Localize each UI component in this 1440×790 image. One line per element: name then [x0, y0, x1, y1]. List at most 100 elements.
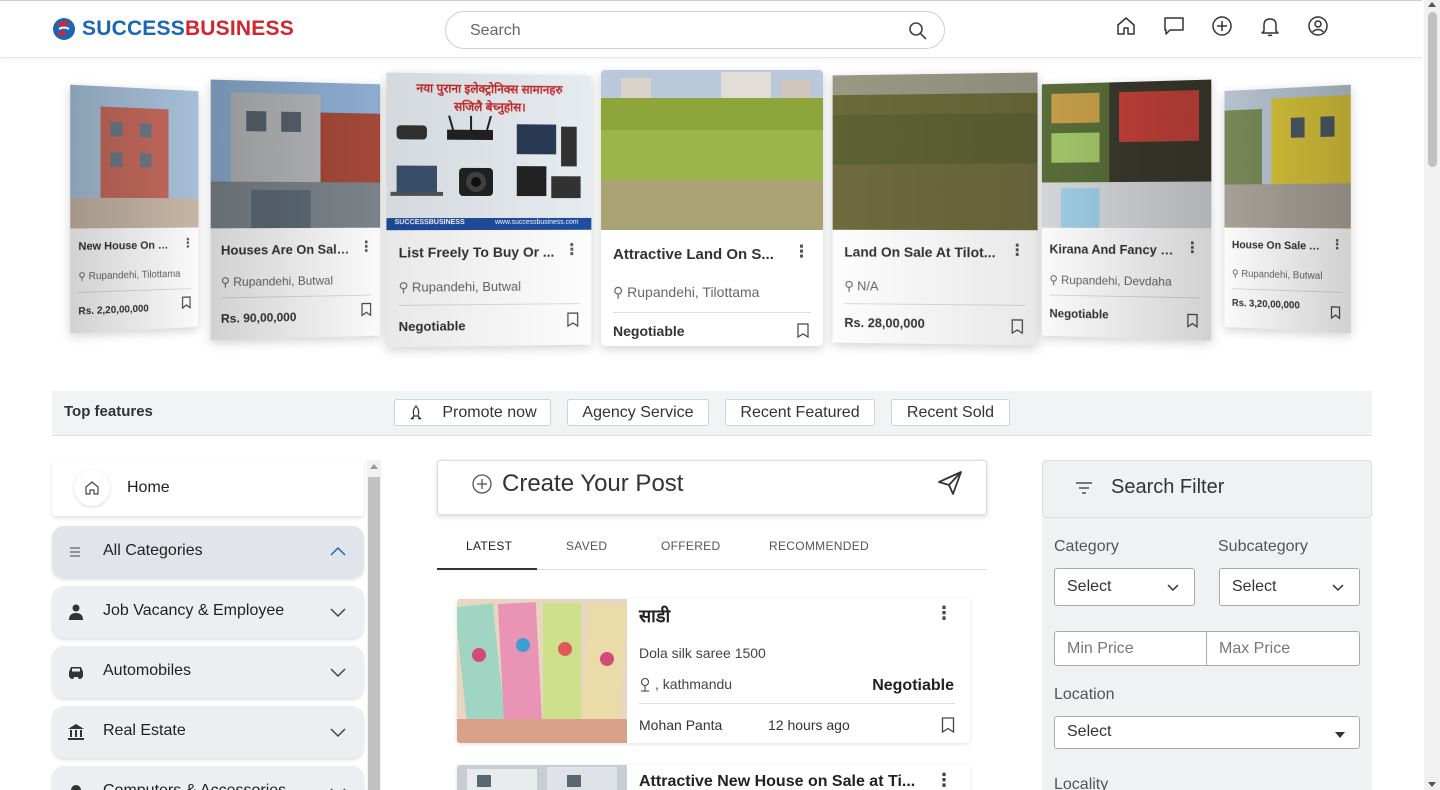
message-icon[interactable]	[1163, 15, 1185, 37]
search-icon[interactable]	[908, 21, 928, 41]
bookmark-icon[interactable]	[182, 296, 191, 309]
card-divider	[613, 312, 811, 313]
scroll-down-arrow-icon[interactable]	[1428, 782, 1436, 787]
home-icon-circle	[74, 470, 110, 506]
sidebar-item-real-estate[interactable]: Real Estate	[52, 706, 364, 758]
card-image	[832, 72, 1038, 231]
chevron-down-icon[interactable]	[329, 663, 347, 681]
carousel-card[interactable]: Attractive Land On S... ⋮ ⚲ Rupandehi, T…	[601, 70, 823, 346]
more-options-icon[interactable]: ⋮	[793, 242, 810, 262]
chevron-down-icon[interactable]	[329, 723, 347, 741]
add-circle-icon[interactable]	[1211, 15, 1233, 37]
bookmark-icon[interactable]	[567, 312, 579, 327]
min-price-input[interactable]: Min Price	[1054, 631, 1207, 666]
more-options-icon[interactable]: ⋮	[182, 235, 194, 251]
post-description: Dola silk saree 1500	[639, 645, 766, 661]
create-post-box[interactable]: Create Your Post	[437, 460, 987, 515]
tab-saved[interactable]: SAVED	[566, 539, 607, 553]
location-select[interactable]: Select	[1054, 716, 1360, 749]
card-divider	[1231, 288, 1343, 293]
max-price-input[interactable]: Max Price	[1206, 631, 1360, 666]
card-location: ⚲ N/A	[844, 278, 879, 294]
bookmark-icon[interactable]	[1011, 319, 1023, 334]
category-select[interactable]: Select	[1054, 568, 1195, 606]
post-title: साडी	[639, 606, 671, 626]
bookmark-icon[interactable]	[797, 323, 809, 338]
sidebar-item-all-categories[interactable]: All Categories	[52, 526, 364, 578]
sidebar-item-job-vacancy[interactable]: Job Vacancy & Employee	[52, 586, 364, 638]
electronics-illustration	[390, 115, 581, 199]
bookmark-icon[interactable]	[361, 302, 372, 316]
bookmark-icon[interactable]	[1187, 313, 1198, 327]
subcategory-select-value: Select	[1232, 578, 1277, 595]
sidebar-scroll-thumb[interactable]	[368, 477, 380, 790]
card-divider	[220, 294, 371, 299]
card-image	[1224, 84, 1351, 229]
recent-sold-button[interactable]: Recent Sold	[891, 399, 1010, 426]
promote-now-button[interactable]: Promote now	[394, 399, 551, 426]
card-image	[601, 70, 823, 230]
bell-icon[interactable]	[1259, 15, 1281, 37]
page-scroll-thumb[interactable]	[1428, 12, 1437, 167]
active-tab-indicator	[437, 568, 537, 570]
search-filter-panel: Category Subcategory Select Select Min P…	[1042, 518, 1372, 790]
tab-recommended[interactable]: RECOMMENDED	[769, 539, 869, 553]
more-options-icon[interactable]: ⋮	[1009, 240, 1025, 260]
carousel-card[interactable]: नया पुराना इलेक्ट्रोनिक्स सामानहरु सजिलै…	[386, 72, 592, 348]
card-price: Rs. 90,00,000	[220, 310, 297, 326]
recent-featured-button[interactable]: Recent Featured	[725, 399, 875, 426]
more-options-icon[interactable]: ⋮	[935, 603, 953, 624]
carousel-card[interactable]: Kirana And Fancy Sh... ⋮ ⚲ Rupandehi, De…	[1041, 79, 1212, 341]
bookmark-icon[interactable]	[941, 717, 955, 733]
agency-service-button[interactable]: Agency Service	[567, 399, 709, 426]
search-filter-title: Search Filter	[1111, 476, 1225, 498]
tab-offered[interactable]: OFFERED	[661, 539, 720, 553]
sidebar-item-automobiles[interactable]: Automobiles	[52, 646, 364, 698]
post-location: , kathmandu	[639, 676, 732, 692]
carousel-card[interactable]: Houses Are On Sale ... ⋮ ⚲ Rupandehi, Bu…	[210, 79, 381, 341]
sidebar-item-label: Computers & Accessories	[103, 782, 286, 790]
subcategory-select[interactable]: Select	[1219, 568, 1360, 606]
send-icon[interactable]	[936, 469, 964, 497]
user-icon[interactable]	[1307, 15, 1329, 37]
banner-text-line1: नया पुराना इलेक्ट्रोनिक्स सामानहरु	[416, 81, 563, 97]
post-card[interactable]: साडी ⋮ Dola silk saree 1500 , kathmandu …	[457, 599, 970, 743]
card-title: Kirana And Fancy Sh...	[1049, 241, 1177, 258]
post-title: Attractive New House on Sale at Ti...	[639, 773, 916, 790]
locality-label: Locality	[1054, 776, 1109, 790]
card-title: House On Sale At But...	[1231, 239, 1321, 253]
banner-footer: SUCCESSBUSINESS www.successbusiness.com	[386, 217, 592, 231]
more-options-icon[interactable]: ⋮	[359, 238, 373, 256]
more-options-icon[interactable]: ⋮	[935, 770, 953, 790]
chevron-down-icon[interactable]	[329, 603, 347, 621]
home-icon[interactable]	[1115, 15, 1137, 37]
carousel-card[interactable]: New House On Sale ... ⋮ ⚲ Rupandehi, Til…	[70, 84, 199, 334]
card-price: Negotiable	[613, 323, 685, 339]
post-image	[457, 765, 627, 790]
post-card[interactable]: Attractive New House on Sale at Ti... ⋮	[457, 765, 970, 790]
post-author[interactable]: Mohan Panta	[639, 717, 722, 733]
page-scrollbar[interactable]	[1424, 0, 1440, 790]
carousel-card[interactable]: House On Sale At But... ⋮ ⚲ Rupandehi, B…	[1224, 84, 1351, 334]
chevron-up-icon[interactable]	[329, 543, 347, 561]
scroll-up-arrow-icon[interactable]	[1428, 2, 1436, 7]
banner-url: www.successbusiness.com	[494, 218, 579, 226]
bookmark-icon[interactable]	[1330, 306, 1340, 320]
search-input[interactable]	[470, 20, 890, 42]
sidebar-item-computers[interactable]: Computers & Accessories	[52, 766, 364, 790]
top-features-bar: Top features Promote now Agency Service …	[52, 391, 1372, 436]
sidebar-item-label: Job Vacancy & Employee	[103, 602, 285, 619]
more-options-icon[interactable]: ⋮	[564, 240, 580, 260]
scroll-up-arrow-icon[interactable]	[370, 464, 378, 469]
sidebar-item-home[interactable]: Home	[52, 460, 364, 516]
sidebar-scrollbar[interactable]	[367, 460, 381, 790]
more-options-icon[interactable]: ⋮	[1330, 236, 1343, 253]
tab-latest[interactable]: LATEST	[466, 539, 512, 553]
carousel-card[interactable]: Land On Sale At Tilot... ⋮ ⚲ N/A Rs. 28,…	[832, 72, 1038, 346]
more-options-icon[interactable]: ⋮	[1185, 238, 1200, 256]
search-filter-header[interactable]: Search Filter	[1042, 460, 1372, 518]
site-logo[interactable]: SUCCESSBUSINESS	[52, 16, 294, 42]
card-price: Negotiable	[398, 318, 466, 335]
promote-now-label: Promote now	[442, 403, 537, 421]
chevron-down-icon[interactable]	[329, 783, 347, 790]
